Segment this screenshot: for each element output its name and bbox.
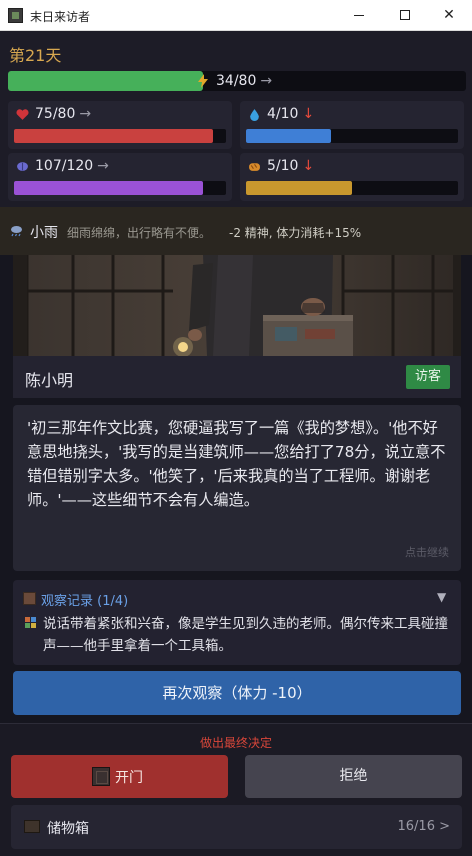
visitor-name: 陈小明 xyxy=(25,371,74,390)
weather-bar: 小雨 细雨绵绵，出行略有不便。 -2 精神, 体力消耗+15% xyxy=(0,207,472,255)
weather-effect: -2 精神, 体力消耗+15% xyxy=(229,226,362,240)
close-button[interactable]: ✕ xyxy=(426,0,472,31)
lightning-icon xyxy=(198,74,208,88)
water-bar-fill xyxy=(246,129,331,143)
weather-name: 小雨 xyxy=(30,225,58,241)
heart-icon xyxy=(16,109,29,120)
stat-food: 5/10 ↓ xyxy=(240,153,464,201)
stat-water: 4/10 ↓ xyxy=(240,101,464,149)
food-bar xyxy=(246,181,458,195)
decision-label: 做出最终决定 xyxy=(199,736,272,750)
open-door-label: 开门 xyxy=(115,770,143,786)
stat-health: 75/80 → xyxy=(8,101,232,149)
sanity-bar xyxy=(14,181,226,195)
notebook-icon xyxy=(23,592,36,605)
open-door-button[interactable]: 开门 xyxy=(11,755,228,798)
dialogue-box[interactable]: '初三那年作文比赛，您硬逼我写了一篇《我的梦想》。'他不好意思地挠头，'我写的是… xyxy=(13,405,461,571)
observation-entry-icon xyxy=(25,617,36,628)
food-value: 5/10 ↓ xyxy=(267,158,315,174)
visitor-header: 陈小明 访客 xyxy=(13,356,461,398)
window-titlebar: 末日来访者 ✕ xyxy=(0,0,472,31)
bread-icon xyxy=(249,163,260,171)
sanity-value: 107/120 → xyxy=(35,158,109,174)
storage-count: 16/16 > xyxy=(397,819,451,834)
dialogue-text: '初三那年作文比赛，您硬逼我写了一篇《我的梦想》。'他不好意思地挠头，'我写的是… xyxy=(27,419,446,509)
observation-panel: 观察记录 (1/4) ▼ 说话带着紧张和兴奋，像是学生见到久违的老师。偶尔传来工… xyxy=(13,580,461,665)
brain-icon xyxy=(17,162,28,171)
water-value: 4/10 ↓ xyxy=(267,106,315,122)
observation-title: 观察记录 (1/4) xyxy=(41,594,129,609)
door-icon xyxy=(92,767,110,786)
weather-description: 细雨绵绵，出行略有不便。 xyxy=(67,226,212,240)
health-bar xyxy=(14,129,226,143)
app-icon xyxy=(8,8,23,23)
water-drop-icon xyxy=(250,109,259,121)
status-panel: 第21天 34/80 → 75/80 → 4/10 ↓ 107/120 → 5/10 ↓ xyxy=(0,31,472,207)
observation-text: 说话带着紧张和兴奋，像是学生见到久违的老师。偶尔传来工具碰撞声——他手里拿着一个… xyxy=(43,616,448,654)
close-icon: ✕ xyxy=(443,7,455,23)
chest-icon xyxy=(24,820,40,833)
day-counter: 第21天 xyxy=(9,46,62,65)
sanity-bar-fill xyxy=(14,181,204,195)
water-bar xyxy=(246,129,458,143)
storage-label: 储物箱 xyxy=(47,821,89,837)
visitor-illustration xyxy=(13,255,461,356)
maximize-icon xyxy=(400,10,410,20)
collapse-chevron-icon[interactable]: ▼ xyxy=(437,590,446,604)
stat-sanity: 107/120 → xyxy=(8,153,232,201)
energy-bar-fill xyxy=(8,71,203,91)
maximize-button[interactable] xyxy=(382,0,428,31)
visitor-tag-badge: 访客 xyxy=(406,365,450,389)
minimize-button[interactable] xyxy=(336,0,382,31)
rain-cloud-icon xyxy=(11,226,22,237)
continue-hint: 点击继续 xyxy=(405,546,449,559)
minimize-icon xyxy=(354,14,364,16)
window-title: 末日来访者 xyxy=(30,10,91,24)
refuse-button[interactable]: 拒绝 xyxy=(245,755,462,798)
visitor-scene-image xyxy=(13,255,461,356)
observe-again-button[interactable]: 再次观察（体力 -10） xyxy=(13,671,461,715)
health-value: 75/80 → xyxy=(35,106,92,122)
food-bar-fill xyxy=(246,181,352,195)
health-bar-fill xyxy=(14,129,213,143)
decision-panel: 做出最终决定 开门 拒绝 储物箱 16/16 > xyxy=(0,723,472,856)
energy-value: 34/80 → xyxy=(216,73,273,89)
storage-box-row[interactable]: 储物箱 16/16 > xyxy=(11,805,462,849)
